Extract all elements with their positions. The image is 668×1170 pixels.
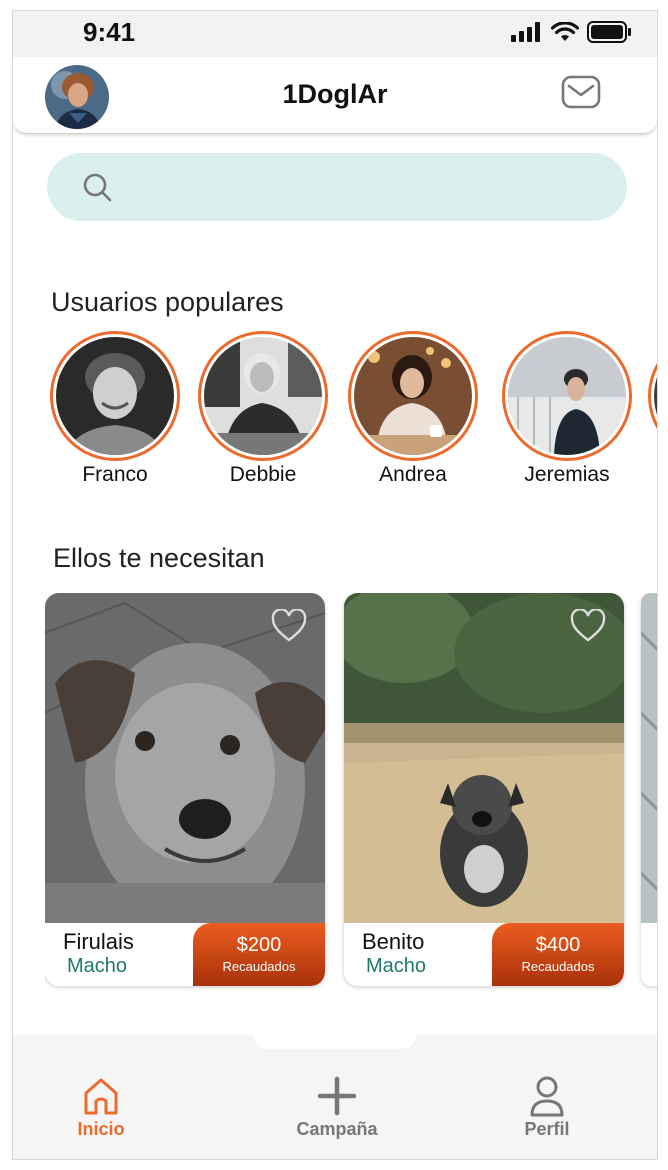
pet-card-firulais[interactable]: Firulais Macho $200 Recaudados: [45, 593, 325, 986]
raised-label: Recaudados: [222, 959, 296, 974]
mail-icon[interactable]: [561, 75, 601, 109]
raised-label: Recaudados: [521, 959, 595, 974]
nav-perfil[interactable]: Perfil: [477, 1075, 617, 1140]
user-photo: [654, 337, 657, 455]
popular-users-title: Usuarios populares: [51, 287, 284, 317]
raised-amount: $200: [236, 934, 282, 956]
user-photo: [204, 337, 322, 455]
user-name: Debbie: [229, 463, 297, 486]
popular-users-list: Franco Debbie Andrea Jeremias: [45, 331, 657, 491]
status-icons: [511, 21, 631, 43]
user-avatar-ring: [50, 331, 180, 461]
user-debbie[interactable]: Debbie: [193, 331, 333, 487]
nav-campana-label: Campaña: [296, 1119, 378, 1139]
pet-card-partial[interactable]: [641, 593, 657, 986]
status-bar: 9:41: [13, 11, 657, 57]
user-photo: [508, 337, 626, 455]
heart-icon[interactable]: [271, 609, 307, 643]
user-avatar-ring: [348, 331, 478, 461]
user-photo: [354, 337, 472, 455]
pets-list: Firulais Macho $200 Recaudados Benito Ma…: [45, 593, 657, 993]
user-avatar-ring: [198, 331, 328, 461]
user-avatar-ring: [502, 331, 632, 461]
user-jeremias[interactable]: Jeremias: [497, 331, 637, 487]
user-partial[interactable]: [643, 331, 657, 461]
phone-screen: 9:41 1DoglAr Usuarios populares Franco D…: [12, 10, 658, 1160]
nav-campana[interactable]: Campaña: [267, 1075, 407, 1140]
pet-card-benito[interactable]: Benito Macho $400 Recaudados: [344, 593, 624, 986]
plus-icon: [317, 1076, 357, 1116]
pet-sex: Macho: [67, 955, 128, 977]
user-name: Andrea: [379, 463, 447, 486]
user-name: Franco: [82, 463, 148, 486]
user-photo: [56, 337, 174, 455]
user-avatar-ring: [648, 331, 657, 461]
pet-name: Benito: [362, 929, 425, 954]
nav-perfil-label: Perfil: [524, 1119, 570, 1139]
user-name: Jeremias: [524, 463, 610, 486]
search-icon: [83, 173, 112, 202]
nav-notch: [253, 1033, 417, 1049]
app-header: 1DoglAr: [13, 57, 657, 134]
signal-icon: [511, 22, 540, 42]
user-franco[interactable]: Franco: [45, 331, 185, 487]
raised-badge: $400 Recaudados: [492, 923, 624, 986]
raised-badge: $200 Recaudados: [193, 923, 325, 986]
wifi-icon: [551, 22, 579, 41]
search-bar[interactable]: [47, 153, 627, 221]
nav-inicio-label: Inicio: [77, 1119, 125, 1139]
pets-section-title: Ellos te necesitan: [53, 543, 265, 573]
battery-icon: [587, 21, 631, 43]
user-andrea[interactable]: Andrea: [343, 331, 483, 487]
person-icon: [530, 1076, 564, 1117]
pet-sex: Macho: [366, 955, 427, 977]
status-time: 9:41: [83, 17, 136, 47]
heart-icon[interactable]: [570, 609, 606, 643]
raised-amount: $400: [535, 934, 581, 956]
nav-inicio[interactable]: Inicio: [31, 1075, 171, 1140]
home-icon: [84, 1078, 118, 1115]
search-input[interactable]: [129, 167, 603, 209]
pet-name: Firulais: [63, 929, 134, 954]
